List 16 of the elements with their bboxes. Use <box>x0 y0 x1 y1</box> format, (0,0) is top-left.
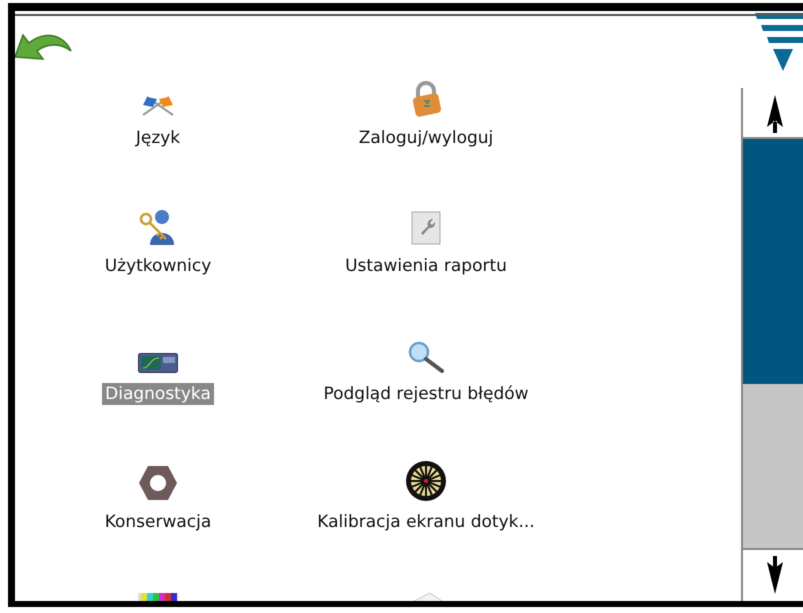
wrench-page-icon[interactable] <box>411 211 441 245</box>
menu-item-label[interactable]: Język <box>132 127 184 149</box>
hex-nut-icon[interactable] <box>138 465 178 501</box>
oscilloscope-icon[interactable] <box>138 353 178 373</box>
scrollbar-thumb[interactable] <box>743 139 803 384</box>
dartboard-icon[interactable] <box>406 461 446 501</box>
menu-item-label[interactable]: Kalibracja ekranu dotyk... <box>314 511 538 533</box>
menu-item-label[interactable]: Konserwacja <box>102 511 214 533</box>
menu-item-label[interactable]: Podgląd rejestru błędów <box>320 383 532 405</box>
menu-item-label[interactable]: Zaloguj/wyloguj <box>356 127 496 149</box>
menu-item-label[interactable]: Ustawienia raportu <box>342 255 510 277</box>
padlock-icon[interactable] <box>410 81 442 117</box>
menu-icon[interactable] <box>755 13 803 73</box>
menu-item-label[interactable]: Diagnostyka <box>102 383 214 405</box>
menu-item-label[interactable]: Użytkownicy <box>102 255 214 277</box>
search-icon[interactable] <box>406 341 446 373</box>
